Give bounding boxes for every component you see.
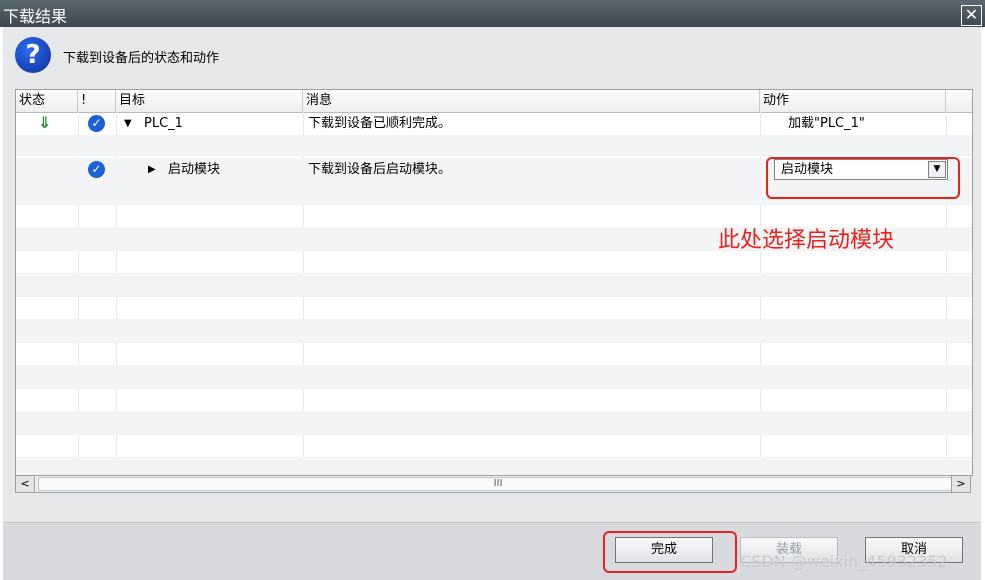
table-row bbox=[16, 296, 972, 320]
column-header-action[interactable]: 动作 bbox=[760, 90, 946, 112]
result-table: 状态 ! 目标 消息 动作 ⇓ ✓ ▼ PLC_1 下载到设备已顺利完成。 加载… bbox=[15, 89, 973, 476]
table-row bbox=[16, 434, 972, 458]
highlight-box bbox=[766, 157, 960, 199]
dialog-footer: 完成 装载 取消 bbox=[3, 522, 981, 580]
table-row bbox=[16, 388, 972, 412]
window-title: 下载结果 bbox=[3, 7, 68, 26]
table-row bbox=[16, 365, 972, 389]
table-row bbox=[16, 457, 972, 475]
close-button[interactable]: ✕ bbox=[961, 5, 982, 26]
table-header: 状态 ! 目标 消息 动作 bbox=[16, 90, 972, 113]
column-header-target[interactable]: 目标 bbox=[116, 90, 303, 112]
column-header-alert[interactable]: ! bbox=[78, 90, 116, 112]
scroll-right-button[interactable]: > bbox=[951, 476, 970, 492]
table-row bbox=[16, 273, 972, 297]
collapse-icon[interactable]: ▼ bbox=[124, 112, 132, 135]
highlight-box bbox=[603, 531, 737, 573]
scroll-left-button[interactable]: < bbox=[16, 476, 35, 492]
table-row bbox=[16, 135, 972, 156]
dialog-body: ? 下载到设备后的状态和动作 状态 ! 目标 消息 动作 ⇓ ✓ ▼ PLC_1… bbox=[3, 27, 981, 580]
table-row bbox=[16, 342, 972, 366]
check-icon: ✓ bbox=[88, 115, 105, 132]
expand-icon[interactable]: ▶ bbox=[148, 158, 156, 181]
table-row[interactable]: ⇓ ✓ ▼ PLC_1 下载到设备已顺利完成。 加载"PLC_1" bbox=[16, 112, 972, 136]
target-cell: 启动模块 bbox=[168, 162, 221, 177]
watermark: CSDN @weixin_45932352 bbox=[740, 552, 948, 571]
header-text: 下载到设备后的状态和动作 bbox=[63, 51, 220, 66]
annotation-text: 此处选择启动模块 bbox=[718, 228, 895, 253]
table-row bbox=[16, 411, 972, 435]
message-cell: 下载到设备后启动模块。 bbox=[308, 162, 452, 177]
column-header-status[interactable]: 状态 bbox=[16, 90, 78, 112]
column-header-message[interactable]: 消息 bbox=[303, 90, 760, 112]
message-cell: 下载到设备已顺利完成。 bbox=[308, 116, 452, 131]
download-icon: ⇓ bbox=[38, 113, 52, 132]
horizontal-scrollbar[interactable]: < III > bbox=[15, 475, 971, 493]
check-icon: ✓ bbox=[88, 161, 105, 178]
scroll-thumb[interactable]: III bbox=[38, 477, 958, 491]
title-bar: 下载结果 ✕ bbox=[0, 0, 985, 27]
target-cell: PLC_1 bbox=[144, 116, 183, 131]
action-cell: 加载"PLC_1" bbox=[788, 116, 865, 131]
question-icon: ? bbox=[15, 37, 51, 73]
table-row bbox=[16, 319, 972, 343]
